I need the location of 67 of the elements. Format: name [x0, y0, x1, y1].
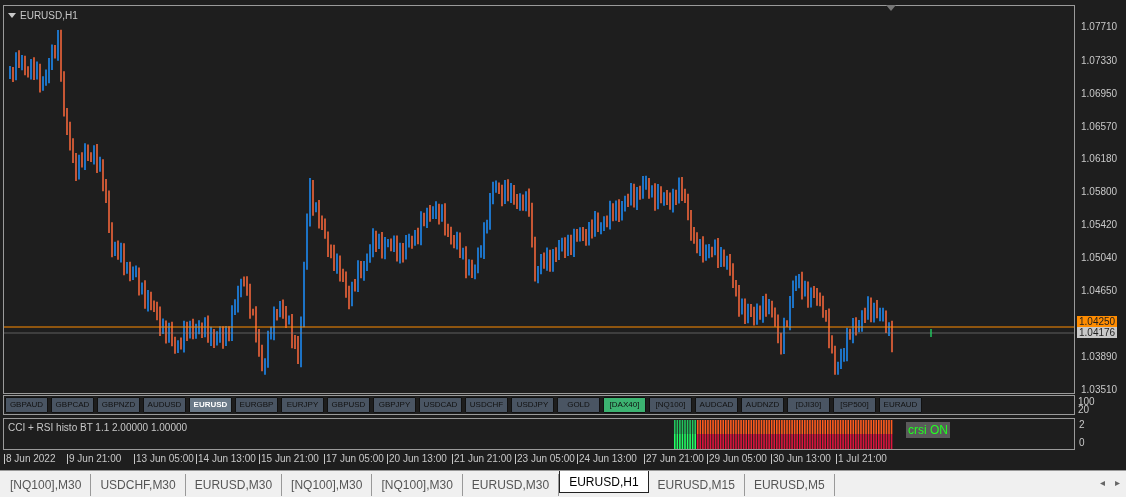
indicator-axis-label: 0 [1079, 438, 1085, 448]
price-axis-label: 1.05420 [1081, 220, 1118, 230]
symbol-button[interactable]: AUDUSD [143, 397, 186, 413]
time-axis-label: 17 Jun 05:00 [324, 454, 384, 464]
crsi-toggle-button[interactable]: crsi ON [906, 422, 950, 438]
indicator-axis-label: 2 [1079, 420, 1085, 430]
symbol-button[interactable]: AUDCAD [695, 397, 738, 413]
price-axis-label: 1.06950 [1081, 89, 1118, 99]
symbol-button[interactable]: EURGBP [235, 397, 278, 413]
time-axis-label: 1 Jul 21:00 [836, 454, 887, 464]
chart-tab[interactable]: [NQ100],M30 [282, 474, 373, 496]
symbol-button[interactable]: [NQ100] [649, 397, 692, 413]
time-axis-label: 30 Jun 13:00 [771, 454, 831, 464]
chart-tab[interactable]: [NQ100],M30 [372, 474, 463, 496]
symbol-button[interactable]: USDCAD [419, 397, 462, 413]
symbol-button[interactable]: [DAX40] [603, 397, 646, 413]
symbol-button[interactable]: USDCHF [465, 397, 508, 413]
bid-price-label: 1.04176 [1077, 327, 1118, 338]
price-axis-label: 1.07710 [1081, 22, 1118, 32]
chart-tab[interactable]: EURUSD,H1 [559, 471, 649, 493]
time-axis-label: 29 Jun 05:00 [707, 454, 767, 464]
panel-axis-label: 100 [1078, 397, 1095, 407]
symbol-button[interactable]: [DJI30] [787, 397, 830, 413]
price-axis-label: 1.06180 [1081, 154, 1118, 164]
symbol-button[interactable]: GBPUSD [327, 397, 370, 413]
time-axis-label: 23 Jun 05:00 [515, 454, 575, 464]
time-axis-label: 21 Jun 21:00 [452, 454, 512, 464]
time-axis-label: 9 Jun 21:00 [67, 454, 122, 464]
time-axis-label: 14 Jun 13:00 [196, 454, 256, 464]
indicator-title: CCI + RSI histo BT 1.1 2.00000 1.00000 [8, 423, 188, 433]
chart-tab[interactable]: [NQ100],M30 [1, 474, 92, 496]
tab-scroll-button[interactable]: ▸ [1110, 475, 1125, 490]
chart-tab[interactable]: EURUSD,M5 [744, 474, 835, 496]
symbol-button[interactable]: GBPNZD [97, 397, 140, 413]
symbol-button[interactable]: EURAUD [879, 397, 922, 413]
symbol-button[interactable]: AUDNZD [741, 397, 784, 413]
price-axis-label: 1.05040 [1081, 253, 1118, 263]
symbol-button[interactable]: EURUSD [189, 397, 232, 413]
chart-title: EURUSD,H1 [20, 9, 78, 23]
dropdown-triangle-icon[interactable] [8, 13, 16, 18]
chart-tab[interactable]: EURUSD,M15 [648, 474, 745, 496]
chart-tab[interactable]: USDCHF,M30 [91, 474, 186, 496]
symbol-button[interactable]: USDJPY [511, 397, 554, 413]
price-axis-label: 1.05800 [1081, 187, 1118, 197]
time-axis-label: 27 Jun 21:00 [644, 454, 704, 464]
price-axis-label: 1.04650 [1081, 286, 1118, 296]
symbol-button[interactable]: EURJPY [281, 397, 324, 413]
symbol-button[interactable]: GOLD [557, 397, 600, 413]
time-axis-label: 13 Jun 05:00 [134, 454, 194, 464]
chart-tab[interactable]: EURUSD,M30 [185, 474, 283, 496]
time-axis-label: 15 Jun 21:00 [259, 454, 319, 464]
price-axis-label: 1.07330 [1081, 56, 1118, 66]
symbol-button[interactable]: [SP500] [833, 397, 876, 413]
ask-price-label: 1.04250 [1077, 316, 1118, 327]
scroll-marker-icon [886, 5, 896, 11]
symbol-button[interactable]: GBPAUD [5, 397, 48, 413]
symbol-button[interactable]: GBPCAD [51, 397, 94, 413]
price-axis-label: 1.03890 [1081, 352, 1118, 362]
panel-axis-label: 20 [1078, 405, 1090, 415]
tab-scroll-button[interactable]: ◂ [1095, 475, 1110, 490]
time-axis-label: 24 Jun 13:00 [577, 454, 637, 464]
price-axis-label: 1.06570 [1081, 122, 1118, 132]
price-axis-label: 1.03510 [1081, 385, 1118, 395]
time-axis-label: 8 Jun 2022 [4, 454, 56, 464]
time-axis-label: 20 Jun 13:00 [387, 454, 447, 464]
tick-mark [930, 328, 932, 338]
symbol-button[interactable]: GBPJPY [373, 397, 416, 413]
